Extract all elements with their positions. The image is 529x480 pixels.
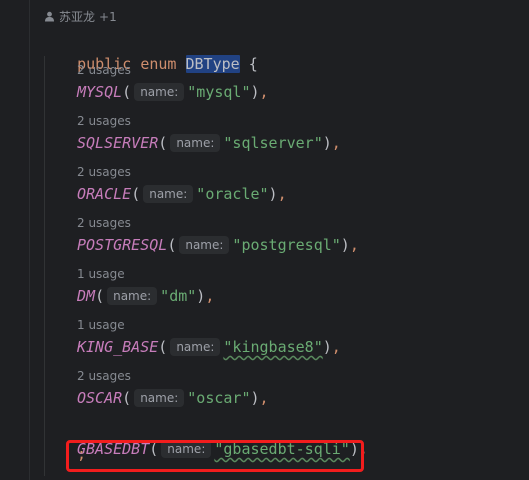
author-extra-count: +1 [99, 9, 117, 24]
close-paren: ) [250, 389, 260, 407]
string-literal[interactable]: "sqlserver" [223, 132, 322, 154]
open-paren: ( [122, 389, 132, 407]
open-paren: ( [122, 83, 132, 101]
enum-constant-line[interactable]: MYSQL(name: "mysql"), [77, 81, 269, 103]
enum-constant-line[interactable]: SQLSERVER(name: "sqlserver"), [77, 132, 341, 154]
usage-count-link[interactable]: 1 usage [77, 317, 125, 333]
comma: , [277, 185, 287, 203]
parameter-name-hint: name: [170, 338, 221, 356]
close-paren: ) [322, 338, 332, 356]
enum-type-name[interactable]: DBType [185, 55, 240, 73]
user-icon [44, 11, 55, 22]
close-paren: ) [196, 287, 206, 305]
usage-count-link[interactable]: 2 usages [77, 164, 131, 180]
open-paren: ( [158, 134, 168, 152]
enum-constant-name[interactable]: SQLSERVER [77, 132, 158, 154]
usage-count-link[interactable]: 2 usages [77, 62, 131, 78]
open-paren: ( [95, 287, 105, 305]
enum-constant-line[interactable]: DM(name: "dm"), [77, 285, 214, 307]
parameter-name-hint: name: [107, 287, 158, 305]
usage-count-link[interactable]: 1 usage [77, 266, 125, 282]
comma: , [331, 134, 341, 152]
parameter-name-hint: name: [134, 389, 185, 407]
open-paren: ( [167, 236, 177, 254]
parameter-name-hint: name: [179, 236, 230, 254]
comma: , [331, 338, 341, 356]
keyword-enum: enum [140, 55, 177, 73]
string-literal[interactable]: "mysql" [187, 81, 250, 103]
usage-count-link[interactable]: 2 usages [77, 368, 131, 384]
red-highlight-annotation [66, 440, 364, 472]
usage-count-link[interactable]: 2 usages [77, 215, 131, 231]
comma: , [259, 389, 269, 407]
enum-declaration-line[interactable]: public enum DBType { [41, 31, 258, 73]
comma: , [259, 83, 269, 101]
gutter-divider [29, 0, 30, 480]
enum-constant-name[interactable]: OSCAR [77, 387, 122, 409]
open-paren: ( [131, 185, 141, 203]
editor-gutter[interactable] [0, 0, 30, 480]
open-brace: { [248, 55, 258, 73]
comma: , [349, 236, 359, 254]
author-inlay-hint[interactable]: 苏亚龙 +1 [44, 8, 117, 25]
string-literal[interactable]: "postgresql" [232, 234, 340, 256]
string-literal[interactable]: "oracle" [196, 183, 268, 205]
enum-constant-line[interactable]: ORACLE(name: "oracle"), [77, 183, 287, 205]
code-editor[interactable]: 苏亚龙 +1 public enum DBType { 2 usages MYSQ… [0, 0, 529, 480]
indent-guide [44, 56, 45, 476]
string-literal[interactable]: "kingbase8" [223, 336, 322, 358]
comma: , [205, 287, 215, 305]
close-paren: ) [322, 134, 332, 152]
close-paren: ) [250, 83, 260, 101]
close-paren: ) [268, 185, 278, 203]
enum-constant-line[interactable]: OSCAR(name: "oscar"), [77, 387, 269, 409]
enum-constant-name[interactable]: ORACLE [77, 183, 131, 205]
parameter-name-hint: name: [170, 134, 221, 152]
author-name: 苏亚龙 [59, 10, 96, 24]
open-paren: ( [158, 338, 168, 356]
enum-constant-name[interactable]: MYSQL [77, 81, 122, 103]
enum-constant-name[interactable]: POSTGRESQL [77, 234, 167, 256]
parameter-name-hint: name: [143, 185, 194, 203]
enum-constant-name[interactable]: DM [77, 285, 95, 307]
usage-count-link[interactable]: 2 usages [77, 113, 131, 129]
close-paren: ) [340, 236, 350, 254]
parameter-name-hint: name: [134, 83, 185, 101]
string-literal[interactable]: "oscar" [187, 387, 250, 409]
enum-constant-name[interactable]: KING_BASE [77, 336, 158, 358]
enum-constant-line[interactable]: KING_BASE(name: "kingbase8"), [77, 336, 341, 358]
enum-constant-line[interactable]: POSTGRESQL(name: "postgresql"), [77, 234, 359, 256]
string-literal[interactable]: "dm" [160, 285, 196, 307]
